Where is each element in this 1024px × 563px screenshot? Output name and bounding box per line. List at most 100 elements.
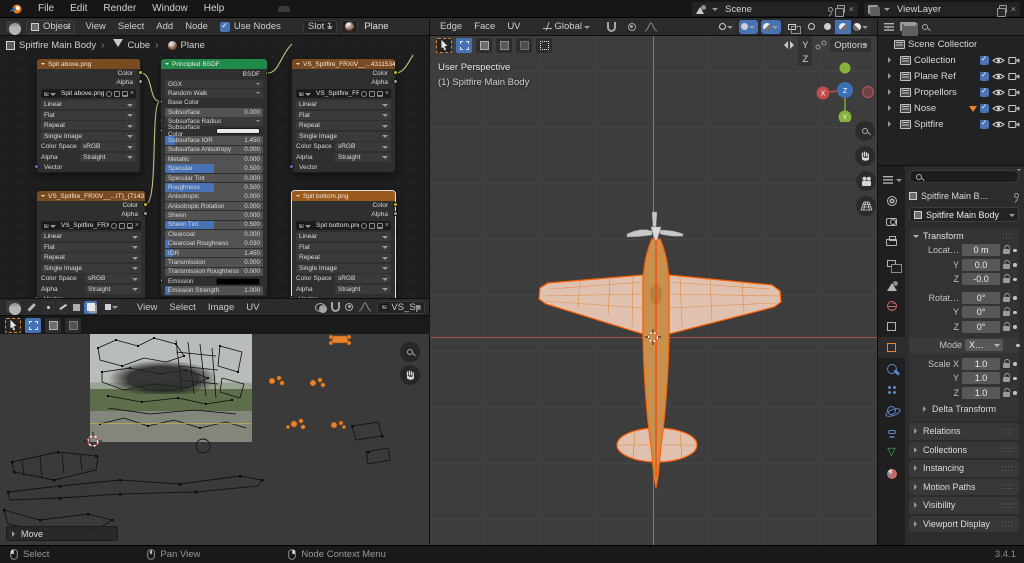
shader-menu-item[interactable]: Add xyxy=(150,21,179,32)
select-subtract-button[interactable] xyxy=(496,37,512,53)
topbar-menu-item[interactable]: Render xyxy=(95,3,144,14)
properties-panel-header[interactable]: Motion Paths :::: xyxy=(909,478,1019,495)
bsdf-input-row[interactable]: Clearcoat 0.000 xyxy=(165,230,263,239)
exclude-checkbox[interactable] xyxy=(980,70,989,81)
mirror-icon[interactable] xyxy=(783,40,795,50)
alpha-mode-dropdown[interactable]: Straight xyxy=(85,284,141,294)
proportional-editing-icon[interactable] xyxy=(627,22,636,31)
eye-icon[interactable] xyxy=(992,120,1005,129)
color-output-socket[interactable]: Color xyxy=(292,69,398,78)
node-header[interactable]: VS_Spitfire_FRXIV__...43115349) - Copy.j… xyxy=(292,59,395,69)
alpha-mode-dropdown[interactable]: Straight xyxy=(80,152,136,162)
use-nodes-checkbox[interactable] xyxy=(219,21,230,32)
animate-dot[interactable] xyxy=(1013,263,1017,267)
uv-menu-item[interactable]: Image xyxy=(202,302,240,313)
open-image-icon[interactable] xyxy=(126,222,133,229)
editor-type-uv-icon[interactable] xyxy=(6,301,21,315)
camera-icon[interactable] xyxy=(1008,56,1020,65)
animate-dot[interactable] xyxy=(1013,296,1017,300)
outliner-row[interactable]: Scene Collection xyxy=(878,36,1024,52)
camera-icon[interactable] xyxy=(1008,88,1020,97)
spitfire-mesh[interactable] xyxy=(430,36,878,545)
source-dropdown[interactable]: Single Image xyxy=(296,263,391,273)
navigation-gizmo[interactable]: X Y Z xyxy=(815,60,877,122)
extension-dropdown[interactable]: Repeat xyxy=(41,121,136,130)
viewport-menu-item[interactable]: Edge xyxy=(434,21,468,32)
properties-panel-header[interactable]: Collections :::: xyxy=(909,441,1019,458)
animate-dot[interactable] xyxy=(1013,362,1017,366)
projection-dropdown[interactable]: Flat xyxy=(41,242,141,252)
copy-image-icon[interactable] xyxy=(118,222,125,229)
breadcrumb-item[interactable]: Spitfire Main Body xyxy=(6,40,96,51)
eye-icon[interactable] xyxy=(992,72,1005,81)
new-viewlayer-icon[interactable] xyxy=(996,5,1007,17)
interpolation-dropdown[interactable]: Linear xyxy=(41,100,136,109)
animate-dot[interactable] xyxy=(1013,248,1017,252)
alpha-output-socket[interactable]: Alpha xyxy=(37,78,143,87)
projection-dropdown[interactable]: Flat xyxy=(296,242,391,252)
color-output-socket[interactable]: Color xyxy=(37,69,143,78)
viewport-tweak-tool-button[interactable] xyxy=(436,37,452,53)
material-slot-dropdown[interactable]: Slot 1 xyxy=(302,19,338,34)
bsdf-input-row[interactable]: Anisotropic 0.000 xyxy=(165,192,263,202)
blender-logo-icon[interactable] xyxy=(8,3,24,15)
alpha-output-socket[interactable]: Alpha xyxy=(292,210,398,219)
panel-grip[interactable]: :::: xyxy=(1001,482,1014,491)
properties-panel-header[interactable]: Visibility :::: xyxy=(909,497,1019,514)
remove-viewlayer-icon[interactable]: × xyxy=(1011,4,1016,14)
projection-dropdown[interactable]: Flat xyxy=(296,110,391,120)
editor-type-properties-icon[interactable] xyxy=(878,169,905,190)
workspace-tab[interactable] xyxy=(326,7,338,11)
workspace-tab[interactable] xyxy=(338,7,350,11)
vector-input-socket[interactable]: Vector xyxy=(289,163,395,172)
shading-rendered-icon[interactable] xyxy=(851,19,871,34)
mirror-axis-button[interactable]: Y xyxy=(798,38,813,52)
exclude-checkbox[interactable] xyxy=(980,118,989,129)
camera-icon[interactable] xyxy=(1008,72,1020,81)
property-value-field[interactable]: 0 m xyxy=(962,244,1000,257)
image-datablock-field[interactable]: Spit above.png × xyxy=(41,89,136,98)
expand-arrow[interactable] xyxy=(888,89,894,95)
copy-image-icon[interactable] xyxy=(368,90,375,97)
lock-icon[interactable] xyxy=(1003,263,1010,269)
animate-dot[interactable] xyxy=(1016,343,1020,347)
open-image-icon[interactable] xyxy=(376,222,383,229)
tab-modifiers[interactable] xyxy=(878,358,905,379)
topbar-menu-item[interactable]: Help xyxy=(196,3,233,14)
uv-falloff-icon[interactable] xyxy=(358,302,372,312)
pin-id-icon[interactable] xyxy=(1014,193,1019,198)
exclude-checkbox[interactable] xyxy=(980,54,989,65)
bsdf-input-row[interactable]: Emission Strength 1.000 xyxy=(165,286,263,295)
property-value-field[interactable]: 1.0 xyxy=(962,357,1000,370)
lock-icon[interactable] xyxy=(1003,362,1010,368)
expand-arrow[interactable] xyxy=(888,121,894,127)
pin-icon[interactable] xyxy=(827,6,833,12)
workspace-tab[interactable] xyxy=(302,7,314,11)
exclude-checkbox[interactable] xyxy=(980,86,989,97)
lock-icon[interactable] xyxy=(1003,296,1010,302)
fake-user-icon[interactable] xyxy=(360,90,367,97)
property-value-field[interactable]: 0° xyxy=(962,320,1000,333)
outliner-row[interactable]: Plane Ref xyxy=(878,68,1024,84)
color-space-dropdown[interactable]: sRGB xyxy=(85,274,141,283)
color-output-socket[interactable]: Color xyxy=(292,201,398,210)
node-header[interactable]: Spit above.png xyxy=(37,59,140,69)
alpha-mode-dropdown[interactable]: Straight xyxy=(335,152,391,162)
panel-grip[interactable]: :::: xyxy=(1001,501,1014,510)
copy-image-icon[interactable] xyxy=(113,90,120,97)
lock-icon[interactable] xyxy=(1003,311,1010,317)
principled-bsdf-node[interactable]: Principled BSDF BSDF GGX Random Walk Bas… xyxy=(160,58,268,297)
panel-grip[interactable]: :::: xyxy=(1001,427,1014,436)
property-value-field[interactable]: 0° xyxy=(962,306,1000,319)
outliner-row[interactable]: Nose xyxy=(878,100,1024,116)
select-intersect-button[interactable] xyxy=(536,37,552,53)
select-invert-button[interactable] xyxy=(516,37,532,53)
tab-material[interactable] xyxy=(878,463,905,484)
bsdf-input-row[interactable]: Sheen Tint 0.500 xyxy=(165,220,263,230)
bsdf-input-row[interactable]: Anisotropic Rotation 0.000 xyxy=(165,201,263,211)
expand-arrow[interactable] xyxy=(12,530,18,537)
open-image-icon[interactable] xyxy=(376,90,383,97)
property-value-field[interactable]: 1.0 xyxy=(962,372,1000,385)
material-name[interactable]: Plane xyxy=(364,21,388,32)
bsdf-input-row[interactable]: Transmission Roughness 0.000 xyxy=(165,267,263,277)
